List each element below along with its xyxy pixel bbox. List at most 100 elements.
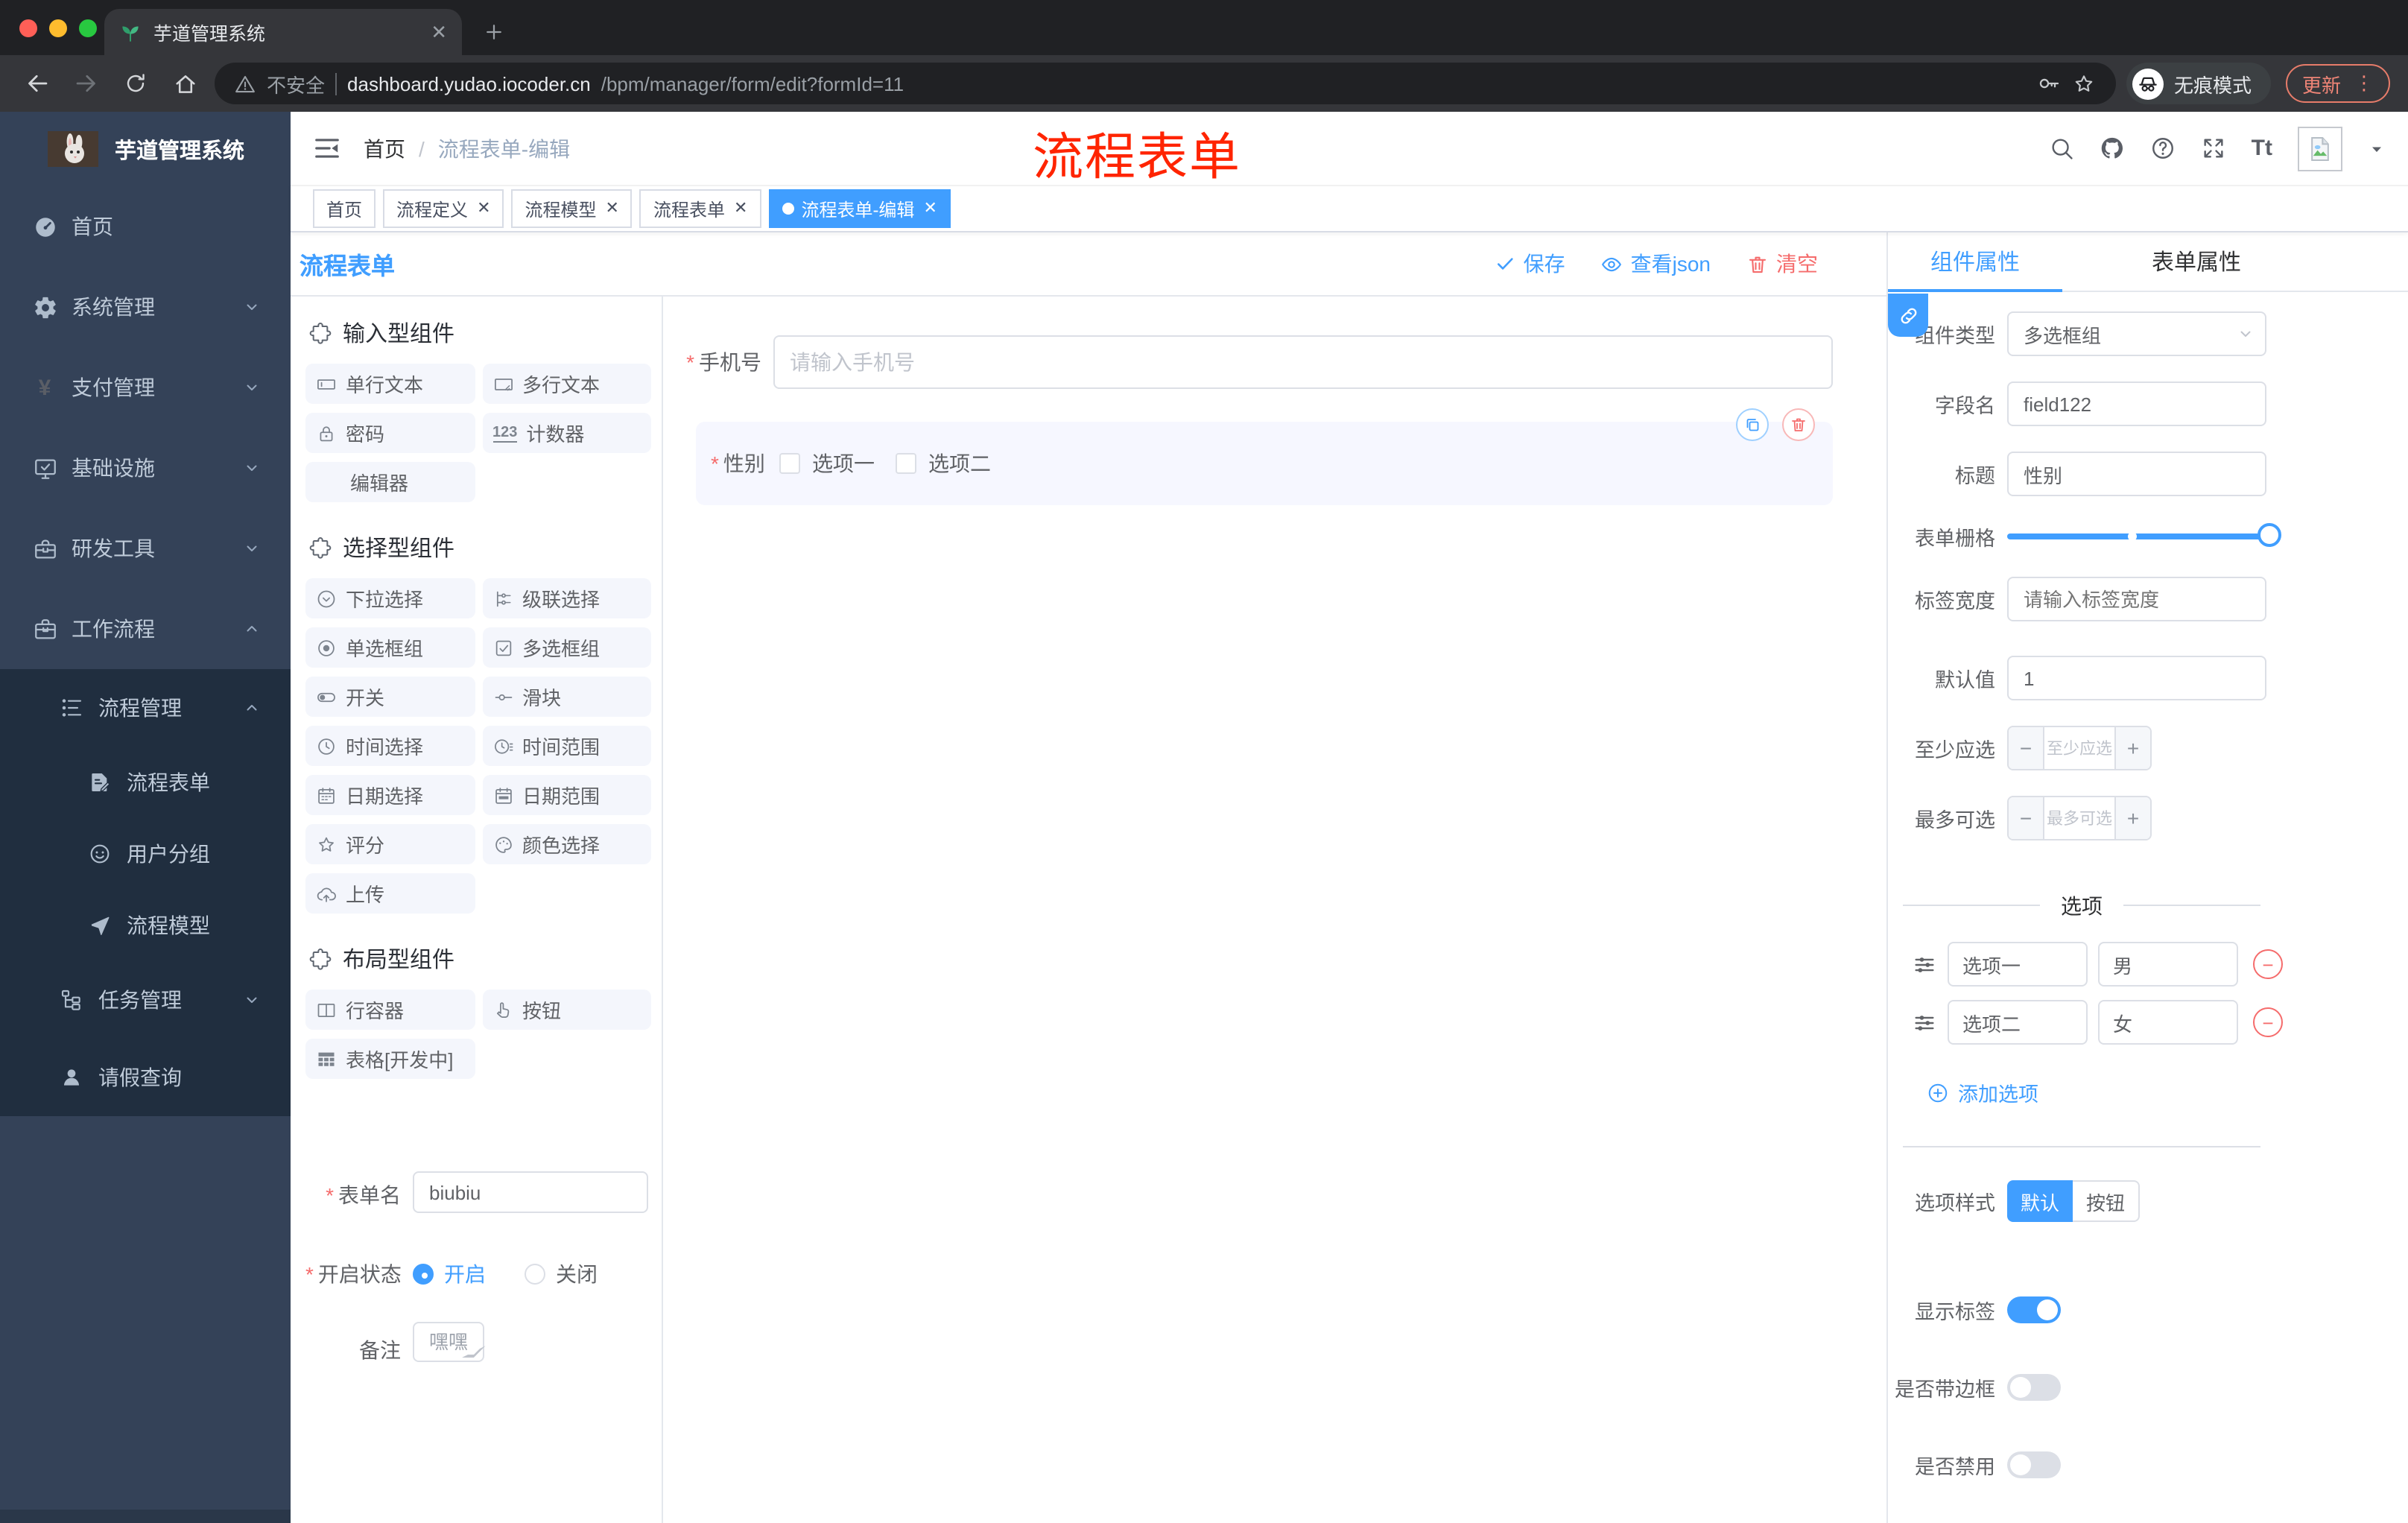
至少应选-stepper[interactable]: − 至少应选 +	[2007, 726, 2152, 770]
option-value-input[interactable]	[2098, 942, 2238, 987]
slider-handle[interactable]	[2258, 523, 2281, 547]
gender-option-1[interactable]: 选项一	[779, 449, 875, 478]
option-label-input[interactable]	[1948, 942, 2088, 987]
option-value-input[interactable]	[2098, 1000, 2238, 1045]
status-on-radio[interactable]: 开启	[413, 1259, 486, 1289]
palette-item-编辑器[interactable]: 编辑器	[305, 462, 475, 502]
palette-item-日期范围[interactable]: 日期范围	[482, 775, 651, 815]
style-button-button[interactable]: 按钮	[2073, 1180, 2141, 1222]
默认值-input[interactable]	[2007, 656, 2266, 700]
sidebar-item-流程管理[interactable]: 流程管理	[0, 669, 291, 747]
palette-item-按钮[interactable]: 按钮	[482, 990, 651, 1030]
form-grid-slider[interactable]	[2007, 523, 2281, 547]
palette-item-日期选择[interactable]: 日期选择	[305, 775, 475, 815]
gender-form-item-selected[interactable]: * 性别 选项一 选项二	[696, 408, 1833, 505]
copy-component-button[interactable]	[1736, 408, 1769, 441]
tag-流程模型[interactable]: 流程模型 ✕	[511, 189, 633, 228]
close-tag-icon[interactable]: ✕	[606, 200, 619, 217]
drag-handle-icon[interactable]	[1912, 1010, 1937, 1035]
sidebar-item-系统管理[interactable]: 系统管理	[0, 267, 291, 347]
question-button[interactable]	[2150, 136, 2176, 161]
close-tag-icon[interactable]: ✕	[734, 200, 747, 217]
sidebar-item-用户分组[interactable]: 用户分组	[0, 818, 291, 890]
sidebar-item-请假查询[interactable]: 请假查询	[0, 1039, 291, 1116]
increase-button[interactable]: +	[2114, 727, 2150, 769]
fullscreen-button[interactable]	[2201, 136, 2226, 161]
form-remark-textarea[interactable]: 嘿嘿	[413, 1322, 484, 1362]
sidebar-item-首页[interactable]: 首页	[0, 186, 291, 267]
breadcrumb-home[interactable]: 首页	[364, 133, 405, 163]
delete-component-button[interactable]	[1782, 408, 1815, 441]
palette-item-多选框组[interactable]: 多选框组	[482, 627, 651, 668]
radio-on-icon[interactable]	[413, 1264, 434, 1285]
close-tag-icon[interactable]: ✕	[923, 200, 937, 217]
hamburger-icon[interactable]	[313, 134, 341, 162]
add-option-button[interactable]: 添加选项	[1927, 1077, 2387, 1107]
avatar[interactable]	[2298, 126, 2342, 171]
sidebar-logo[interactable]: 芋道管理系统	[0, 112, 291, 186]
close-tag-icon[interactable]: ✕	[477, 200, 490, 217]
字段名-input[interactable]	[2007, 381, 2266, 426]
是否带边框-switch[interactable]	[2007, 1374, 2061, 1401]
palette-item-行容器[interactable]: 行容器	[305, 990, 475, 1030]
home-icon[interactable]	[165, 64, 204, 103]
drag-handle-icon[interactable]	[1912, 952, 1937, 977]
最多可选-stepper[interactable]: − 最多可选 +	[2007, 796, 2152, 840]
browser-tab[interactable]: 芋道管理系统 ✕	[104, 9, 462, 55]
palette-item-级联选择[interactable]: 级联选择	[482, 578, 651, 618]
tag-首页[interactable]: 首页	[313, 189, 376, 228]
remove-option-button[interactable]: −	[2253, 1007, 2283, 1037]
显示标签-switch[interactable]	[2007, 1296, 2061, 1323]
tag-流程表单-编辑[interactable]: 流程表单-编辑 ✕	[768, 189, 951, 228]
palette-item-多行文本[interactable]: 多行文本	[482, 364, 651, 404]
link-icon[interactable]	[1888, 294, 1928, 337]
palette-item-时间范围[interactable]: 时间范围	[482, 726, 651, 766]
clear-button[interactable]: 清空	[1746, 249, 1818, 279]
option-style-segmented[interactable]: 默认 按钮	[2007, 1180, 2141, 1222]
new-tab-button[interactable]	[474, 12, 513, 51]
back-icon[interactable]	[18, 64, 57, 103]
github-button[interactable]	[2100, 136, 2125, 161]
组件类型-select[interactable]	[2007, 311, 2266, 356]
browser-menu-icon[interactable]: ⋮	[2354, 72, 2374, 95]
sidebar-item-流程表单[interactable]: 流程表单	[0, 747, 291, 818]
sidebar-item-支付管理[interactable]: ¥ 支付管理	[0, 347, 291, 428]
palette-item-下拉选择[interactable]: 下拉选择	[305, 578, 475, 618]
checkbox-icon[interactable]	[779, 453, 800, 474]
form-name-input[interactable]	[413, 1171, 648, 1213]
forward-icon[interactable]	[67, 64, 106, 103]
palette-item-滑块[interactable]: 滑块	[482, 677, 651, 717]
sidebar-item-基础设施[interactable]: 基础设施	[0, 428, 291, 508]
是否禁用-switch[interactable]	[2007, 1451, 2061, 1478]
sidebar-item-任务管理[interactable]: 任务管理	[0, 961, 291, 1039]
minimize-window-button[interactable]	[49, 19, 67, 37]
palette-item-评分[interactable]: 评分	[305, 824, 475, 864]
palette-item-颜色选择[interactable]: 颜色选择	[482, 824, 651, 864]
tab-component-props[interactable]: 组件属性	[1888, 232, 2062, 291]
tag-流程表单[interactable]: 流程表单 ✕	[639, 189, 761, 228]
tab-form-props[interactable]: 表单属性	[2062, 232, 2331, 291]
sidebar-item-流程模型[interactable]: 流程模型	[0, 890, 291, 961]
window-controls[interactable]	[19, 19, 97, 37]
key-icon[interactable]	[2037, 72, 2061, 95]
gender-option-2[interactable]: 选项二	[896, 449, 991, 478]
zoom-window-button[interactable]	[79, 19, 97, 37]
caret-down-icon[interactable]	[2368, 139, 2386, 157]
close-tab-icon[interactable]: ✕	[431, 22, 447, 42]
reload-icon[interactable]	[116, 64, 155, 103]
sidebar-item-工作流程[interactable]: 工作流程	[0, 589, 291, 669]
palette-item-计数器[interactable]: 123 计数器	[482, 413, 651, 453]
palette-item-单选框组[interactable]: 单选框组	[305, 627, 475, 668]
palette-item-单行文本[interactable]: 单行文本	[305, 364, 475, 404]
sidebar-item-研发工具[interactable]: 研发工具	[0, 508, 291, 589]
phone-input[interactable]	[773, 335, 1833, 389]
radio-off-icon[interactable]	[525, 1264, 545, 1285]
close-window-button[interactable]	[19, 19, 37, 37]
remove-option-button[interactable]: −	[2253, 949, 2283, 979]
phone-form-item[interactable]: * 手机号	[678, 335, 1833, 389]
标题-input[interactable]	[2007, 452, 2266, 496]
view-json-button[interactable]: 查看json	[1601, 249, 1711, 279]
address-bar[interactable]: 不安全 dashboard.yudao.iocoder.cn/bpm/manag…	[215, 63, 2116, 104]
search-button[interactable]	[2049, 136, 2074, 161]
标签宽度-input[interactable]	[2007, 577, 2266, 621]
